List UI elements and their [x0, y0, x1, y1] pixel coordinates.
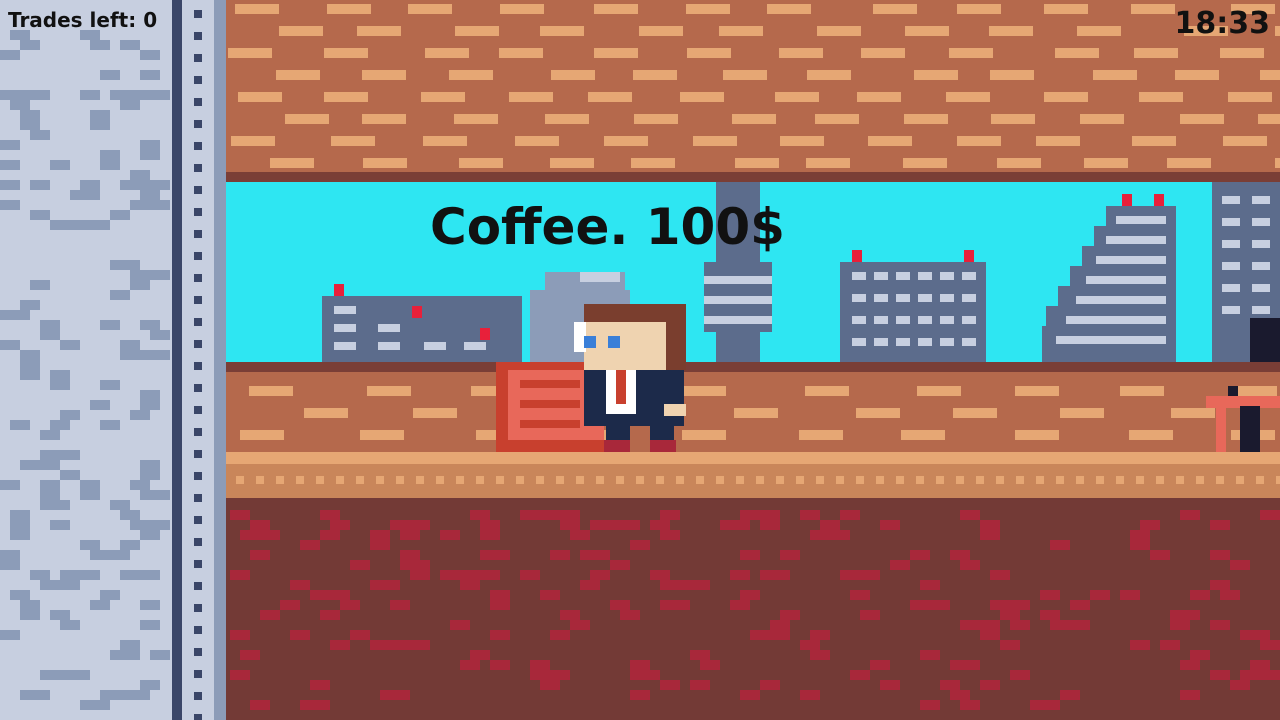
game-clock: 18:33 — [1174, 6, 1271, 41]
office-block — [840, 250, 986, 362]
ceiling-edge — [226, 172, 1280, 182]
ceiling — [226, 0, 1280, 172]
building-right — [1212, 182, 1280, 374]
trades-left-counter: Trades left: 0 — [8, 8, 158, 32]
game-scene — [0, 0, 1280, 720]
wall-strip — [172, 0, 182, 720]
item-price-label: Coffee. 100$ — [430, 198, 785, 256]
